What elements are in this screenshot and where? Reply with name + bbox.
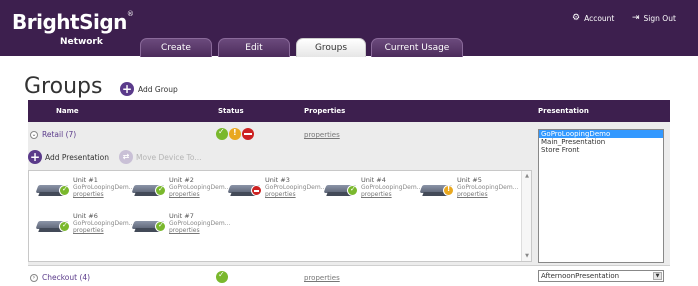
unit-name: Unit #2 [169, 176, 194, 184]
expand-icon: › [30, 273, 38, 282]
trademark: ® [126, 10, 134, 18]
unit-properties-link[interactable]: properties [457, 191, 518, 198]
group-toggle-checkout[interactable]: › Checkout (4) [30, 273, 90, 282]
unit-properties-link[interactable]: properties [169, 191, 230, 198]
tab-create[interactable]: Create [140, 38, 212, 57]
status-ok-icon [216, 270, 228, 283]
group-row-checkout: › Checkout (4) properties AfternoonPrese… [28, 266, 670, 286]
move-device-label: Move Device To... [136, 152, 202, 162]
unit-properties-link[interactable]: properties [73, 191, 134, 198]
account-label: Account [584, 13, 615, 23]
presentation-list[interactable]: GoProLoopingDemo Main_Presentation Store… [538, 129, 664, 263]
unit-properties-link[interactable]: properties [73, 227, 134, 234]
page-title: Groups [24, 74, 103, 99]
collapse-icon: ⌄ [30, 130, 38, 139]
presentation-select[interactable]: AfternoonPresentation ▼ [538, 270, 664, 282]
add-presentation-label: Add Presentation [45, 152, 110, 162]
group-actions: + Add Presentation ⇄ Move Device To... [28, 150, 201, 164]
status-warning-icon [443, 185, 454, 196]
unit-properties-link[interactable]: properties [361, 191, 422, 198]
sign-out-link[interactable]: ⇥ Sign Out [632, 13, 676, 23]
device-unit-7[interactable]: Unit #7 GoProLoopingDem... properties [131, 212, 231, 243]
device-unit-4[interactable]: Unit #4 GoProLoopingDem... properties [323, 176, 423, 207]
group-row-retail: ⌄ Retail (7) properties + Add Presentati… [28, 122, 670, 266]
account-link[interactable]: ⚙ Account [572, 13, 614, 23]
unit-presentation: GoProLoopingDem... [169, 184, 231, 191]
gears-icon: ⚙ [572, 13, 581, 23]
tab-edit[interactable]: Edit [218, 38, 290, 57]
scroll-down-icon[interactable]: ▼ [522, 253, 532, 259]
group-toggle-retail[interactable]: ⌄ Retail (7) [30, 130, 76, 139]
plus-icon: + [28, 150, 42, 164]
scroll-up-icon[interactable]: ▲ [522, 173, 532, 179]
brightsign-logo[interactable]: BrightSign® [12, 10, 134, 34]
unit-properties-link[interactable]: properties [169, 227, 230, 234]
unit-presentation: GoProLoopingDem... [73, 184, 135, 191]
sign-out-label: Sign Out [643, 13, 676, 23]
presentation-option[interactable]: Main_Presentation [539, 138, 663, 146]
device-unit-1[interactable]: Unit #1 GoProLoopingDem... properties [35, 176, 135, 207]
tab-groups[interactable]: Groups [296, 38, 366, 57]
group-name: Checkout (4) [42, 273, 91, 282]
unit-presentation: GoProLoopingDem... [169, 220, 231, 227]
add-group-button[interactable]: + Add Group [120, 82, 178, 96]
presentation-selected: AfternoonPresentation [541, 272, 620, 280]
status-ok-icon [155, 185, 166, 196]
col-presentation: Presentation [538, 107, 589, 115]
status-ok-icon [59, 221, 70, 232]
table-header: Name Status Properties Presentation [28, 100, 670, 122]
unit-name: Unit #6 [73, 212, 98, 220]
status-ok-icon [155, 221, 166, 232]
col-status: Status [218, 107, 244, 115]
chevron-down-icon[interactable]: ▼ [653, 272, 662, 280]
col-properties: Properties [304, 107, 346, 115]
tab-current-usage[interactable]: Current Usage [371, 38, 463, 57]
group-status [216, 127, 254, 140]
unit-presentation: GoProLoopingDem... [361, 184, 423, 191]
device-unit-5[interactable]: Unit #5 GoProLoopingDem... properties [419, 176, 519, 207]
group-properties-link[interactable]: properties [304, 274, 340, 282]
sign-out-icon: ⇥ [632, 13, 640, 23]
status-ok-icon [59, 185, 70, 196]
group-name: Retail (7) [42, 130, 77, 139]
unit-name: Unit #7 [169, 212, 194, 220]
unit-presentation: GoProLoopingDem... [265, 184, 327, 191]
device-panel: Unit #1 GoProLoopingDem... properties Un… [28, 170, 532, 262]
device-scrollbar[interactable]: ▲ ▼ [521, 171, 531, 261]
move-icon: ⇄ [119, 150, 134, 164]
unit-name: Unit #1 [73, 176, 98, 184]
unit-properties-link[interactable]: properties [265, 191, 326, 198]
add-group-label: Add Group [138, 84, 178, 94]
brand-sub: Network [60, 37, 103, 47]
unit-presentation: GoProLoopingDem... [73, 220, 135, 227]
unit-name: Unit #5 [457, 176, 482, 184]
group-properties-link[interactable]: properties [304, 131, 340, 139]
presentation-option[interactable]: GoProLoopingDemo [539, 130, 663, 138]
status-error-icon [251, 185, 262, 196]
device-unit-6[interactable]: Unit #6 GoProLoopingDem... properties [35, 212, 135, 243]
device-unit-2[interactable]: Unit #2 GoProLoopingDem... properties [131, 176, 231, 207]
status-ok-icon [347, 185, 358, 196]
unit-name: Unit #3 [265, 176, 290, 184]
add-presentation-button[interactable]: + Add Presentation [28, 150, 109, 164]
top-header: BrightSign® Network Create Edit Groups C… [0, 0, 698, 57]
move-device-button[interactable]: ⇄ Move Device To... [119, 150, 201, 164]
brand-name: BrightSign [12, 10, 127, 34]
device-unit-3[interactable]: Unit #3 GoProLoopingDem... properties [227, 176, 327, 207]
status-warning-icon [229, 128, 241, 140]
presentation-option[interactable]: Store Front [539, 146, 663, 154]
status-error-icon [242, 128, 254, 140]
col-name: Name [56, 107, 79, 115]
unit-name: Unit #4 [361, 176, 386, 184]
plus-icon: + [120, 82, 134, 96]
group-status [216, 270, 228, 283]
status-ok-icon [216, 127, 228, 140]
unit-presentation: GoProLoopingDem... [457, 184, 519, 191]
